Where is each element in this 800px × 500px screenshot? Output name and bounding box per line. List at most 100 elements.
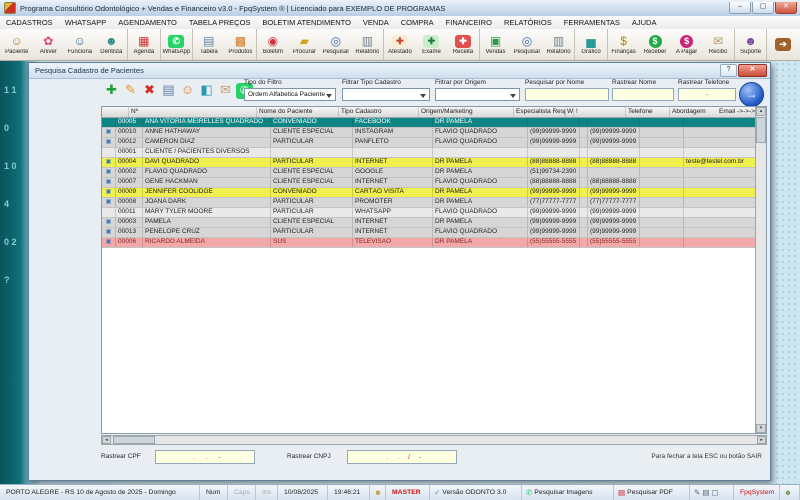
contact-card-icon[interactable]: ☺ (179, 80, 196, 100)
toolbar-relatorio-vendas-button[interactable]: ▥ Relatório (543, 29, 575, 60)
patient-row[interactable]: ▣ 00012 CAMERON DIAZ PARTICULAR PANFLETO… (102, 138, 756, 148)
toolbar-produtos-button[interactable]: ▩ Produtos (225, 29, 257, 60)
col-especialista[interactable]: Especialista Responsável (514, 107, 566, 117)
patient-row[interactable]: ▣ 00004 DAVI QUADRADO PARTICULAR INTERNE… (102, 158, 756, 168)
toolbar-suporte-button[interactable]: ☻ Suporte (734, 29, 767, 60)
menu-boletim-atendimento[interactable]: BOLETIM ATENDIMENTO (256, 16, 356, 29)
menu-compra[interactable]: COMPRA (395, 16, 440, 29)
scrollbar-thumb[interactable] (756, 117, 766, 143)
cell-tipo (271, 148, 353, 157)
cell-tipo: SUS (271, 238, 353, 247)
cell-telefone: (99)99999-9999 (588, 218, 640, 227)
toolbar-apagar-button[interactable]: $ A Pagar (671, 29, 703, 60)
patient-row[interactable]: ▣ 00013 PENELOPE CRUZ PARTICULAR INTERNE… (102, 228, 756, 238)
trace-phone-input[interactable] (678, 88, 736, 101)
patient-row[interactable]: ▣ 00008 JOANA DARK PARTICULAR PROMOTER D… (102, 198, 756, 208)
toolbar-whatsapp-button[interactable]: ✆ WhatsApp (160, 29, 193, 60)
filter-type-label: Tipo do Filtro (244, 79, 282, 86)
col-whatsapp[interactable]: Whatsapp (566, 107, 574, 117)
menu-whatsapp[interactable]: WHATSAPP (59, 16, 113, 29)
print-icon[interactable]: ▤ (160, 80, 177, 100)
toolbar-receber-button[interactable]: $ Receber (639, 29, 671, 60)
col-photo[interactable] (102, 107, 129, 117)
scrollbar-thumb[interactable] (113, 436, 155, 444)
menu-ajuda[interactable]: AJUDA (626, 16, 663, 29)
trace-cnpj-input[interactable] (347, 450, 457, 464)
col-email[interactable]: Email ->->-> (717, 107, 756, 117)
toolbar-financas-button[interactable]: $ Finanças (607, 29, 640, 60)
toolbar-paciente-button[interactable]: ☺ Paciente (1, 29, 33, 60)
filter-origin-select[interactable] (435, 88, 520, 101)
patient-row[interactable]: ▣ 00007 GENE HACKMAN CLIENTE ESPECIAL IN… (102, 178, 756, 188)
filter-cadastro-select[interactable] (342, 88, 430, 101)
menu-tabela-precos[interactable]: TABELA PREÇOS (183, 16, 257, 29)
horizontal-scrollbar[interactable]: ◂ ▸ (101, 435, 767, 445)
cell-numero: 00008 (116, 198, 143, 207)
toolbar-sair-button[interactable]: ➔ (766, 29, 799, 60)
col-telefone[interactable]: Telefone (626, 107, 670, 117)
dialog-close-icon[interactable]: ✕ (738, 64, 767, 77)
toolbar-boletim-button[interactable]: ◉ Boletim (256, 29, 289, 60)
toolbar-dentista-button[interactable]: ☻ Dentista (96, 29, 128, 60)
scroll-up-icon[interactable]: ▴ (756, 107, 766, 116)
add-record-icon[interactable]: ✚ (103, 80, 120, 100)
menu-cadastros[interactable]: CADASTROS (0, 16, 59, 29)
toolbar-tabela-button[interactable]: ▤ Tabela (192, 29, 225, 60)
menu-financeiro[interactable]: FINANCEIRO (440, 16, 498, 29)
col-numero[interactable]: Nº (129, 107, 257, 117)
col-nome[interactable]: Nome do Paciente (257, 107, 339, 117)
delete-record-icon[interactable]: ✖ (141, 80, 158, 100)
toolbar-aniver-button[interactable]: ✿ Aniver (33, 29, 65, 60)
search-go-button[interactable]: → (739, 82, 764, 107)
patient-row[interactable]: ▣ 00003 PAMELA CLIENTE ESPECIAL INTERNET… (102, 218, 756, 228)
help-icon[interactable]: ? (720, 64, 737, 77)
edit-record-icon[interactable]: ✎ (122, 80, 139, 100)
patient-row[interactable]: 00011 MARY TYLER MOORE PARTICULAR WHATSA… (102, 208, 756, 218)
col-tipo-cadastro[interactable]: Tipo Cadastro (339, 107, 419, 117)
search-name-input[interactable] (525, 88, 609, 101)
col-alerta[interactable]: ! (574, 107, 626, 117)
toolbar-recibo-button[interactable]: ✉ Recibo (702, 29, 734, 60)
scroll-right-icon[interactable]: ▸ (757, 436, 766, 444)
patient-row[interactable]: 00005 ANA VITÓRIA MEIRELLES QUADRADO CON… (102, 118, 756, 128)
toolbar-exame-button[interactable]: ✚ Exame (416, 29, 448, 60)
vertical-scrollbar[interactable]: ▴ ▾ (755, 107, 766, 433)
toolbar-funciona-button[interactable]: ☺ Funciona (64, 29, 96, 60)
trace-name-input[interactable] (612, 88, 674, 101)
maximize-icon[interactable]: ▢ (752, 2, 774, 14)
email-icon[interactable]: ✉ (217, 80, 234, 100)
toolbar-procurar-button[interactable]: ▰ Procurar (289, 29, 321, 60)
menu-venda[interactable]: VENDA (357, 16, 395, 29)
col-origem[interactable]: Origem/Marketing (419, 107, 514, 117)
patient-row[interactable]: 00001 CLIENTE / PACIENTES DIVERSOS (102, 148, 756, 158)
toolbar-grafico-button[interactable]: ▅ Gráfico (574, 29, 607, 60)
trace-cpf-input[interactable] (155, 450, 255, 464)
patient-row[interactable]: ▣ 00010 ANNE HATHAWAY CLIENTE ESPECIAL I… (102, 128, 756, 138)
toolbar-relatorio-button[interactable]: ▥ Relatório (352, 29, 384, 60)
photo-icon: ▣ (102, 168, 116, 177)
toolbar-atestado-button[interactable]: ✚ Atestado (383, 29, 416, 60)
scroll-left-icon[interactable]: ◂ (102, 436, 111, 444)
menu-relatorios[interactable]: RELATÓRIOS (498, 16, 558, 29)
filter-type-select[interactable]: Ordem Alfabetica Paciente (244, 88, 336, 101)
photo-icon[interactable]: ◧ (198, 80, 215, 100)
status-search-images-button[interactable]: ✆ Pesquisar Imagens (522, 485, 614, 500)
toolbar-receita-button[interactable]: ✚ Receita (447, 29, 479, 60)
patient-row[interactable]: ▣ 00009 JENNIFER COOLIDGE CONVENIADO CAR… (102, 188, 756, 198)
app-titlebar[interactable]: Programa Consultório Odontológico + Vend… (0, 0, 800, 17)
patient-row[interactable]: ▣ 00006 RICARDO ALMEIDA SUS TELEVISÃO DR… (102, 238, 756, 248)
col-abordagem[interactable]: Abordagem (670, 107, 717, 117)
toolbar-pesquisar-vendas-button[interactable]: ◎ Pesquisar (511, 29, 543, 60)
close-icon[interactable]: ✕ (775, 2, 797, 14)
cell-email (684, 228, 756, 237)
scroll-down-icon[interactable]: ▾ (756, 424, 766, 433)
patient-row[interactable]: ▣ 00002 FLAVIO QUADRADO CLIENTE ESPECIAL… (102, 168, 756, 178)
toolbar-vendas-button[interactable]: ▣ Vendas (479, 29, 512, 60)
minimize-icon[interactable]: – (729, 2, 751, 14)
toolbar-agenda-button[interactable]: ▦ Agenda (127, 29, 160, 60)
menu-ferramentas[interactable]: FERRAMENTAS (558, 16, 626, 29)
status-search-pdf-button[interactable]: ▤ Pesquisar PDF (614, 485, 690, 500)
toolbar-pesquisar-button[interactable]: ◎ Pesquisar (320, 29, 352, 60)
menu-agendamento[interactable]: AGENDAMENTO (112, 16, 183, 29)
dialog-titlebar[interactable]: Pesquisa Cadastro de Pacientes (29, 63, 770, 79)
